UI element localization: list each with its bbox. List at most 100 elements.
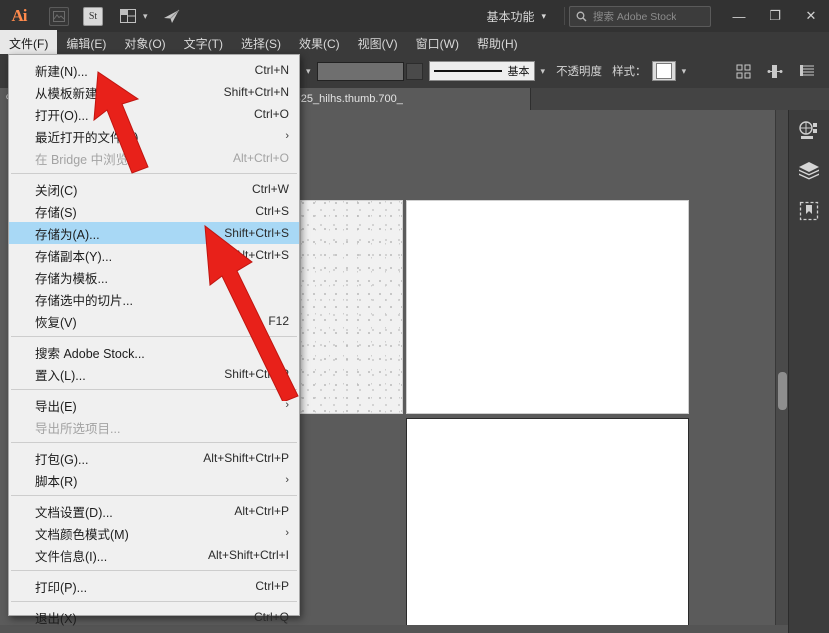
menu-separator bbox=[11, 173, 297, 174]
menu-item-shortcut: Ctrl+S bbox=[255, 204, 289, 218]
menu-item-label: 退出(X) bbox=[35, 611, 77, 626]
menu-item-5-1[interactable]: 文档颜色模式(M) › bbox=[9, 522, 299, 544]
stock-label: St bbox=[88, 10, 98, 22]
menu-item-label: 最近打开的文件(F) bbox=[35, 130, 139, 145]
menu-bar: 文件(F) 编辑(E) 对象(O) 文字(T) 选择(S) 效果(C) 视图(V) 窗口(W)… bbox=[0, 30, 829, 56]
menu-item-5-2[interactable]: 文件信息(I)... Alt+Shift+Ctrl+I bbox=[9, 544, 299, 566]
stroke-profile-label: 基本 bbox=[507, 66, 530, 78]
menu-item-shortcut: Ctrl+N bbox=[254, 63, 289, 77]
bridge-icon[interactable] bbox=[49, 6, 69, 26]
layers-icon[interactable] bbox=[796, 158, 822, 184]
vertical-scroll-thumb[interactable] bbox=[778, 372, 787, 410]
arrange-documents-icon[interactable] bbox=[117, 6, 139, 26]
menu-item-1-2[interactable]: 存储为(A)... Shift+Ctrl+S bbox=[9, 222, 299, 244]
libraries-icon[interactable] bbox=[796, 198, 822, 224]
menu-item-1-4[interactable]: 存储为模板... bbox=[9, 266, 299, 288]
menu-item-2-0[interactable]: 搜索 Adobe Stock... bbox=[9, 341, 299, 363]
menu-item-label: 文档设置(D)... bbox=[35, 505, 113, 520]
menubar-item-4[interactable]: 选择(S) bbox=[232, 30, 290, 56]
menu-item-1-1[interactable]: 存储(S) Ctrl+S bbox=[9, 200, 299, 222]
menu-item-label: 存储为(A)... bbox=[35, 227, 100, 242]
menu-item-label: 文档颜色模式(M) bbox=[35, 527, 129, 542]
menubar-item-5[interactable]: 效果(C) bbox=[290, 30, 349, 56]
maximize-button[interactable]: ❐ bbox=[757, 1, 793, 31]
menu-item-label: 导出所选项目... bbox=[35, 421, 121, 436]
document-setup-icon[interactable] bbox=[797, 61, 817, 81]
artboard-pattern[interactable] bbox=[300, 200, 403, 414]
style-chevron-down-icon[interactable]: ▾ bbox=[676, 66, 693, 77]
menubar-item-0[interactable]: 文件(F) bbox=[0, 30, 58, 56]
submenu-chevron-right-icon: › bbox=[285, 130, 289, 142]
menu-separator bbox=[11, 389, 297, 390]
menu-item-3-1: 导出所选项目... bbox=[9, 416, 299, 438]
menu-item-6-0[interactable]: 打印(P)... Ctrl+P bbox=[9, 575, 299, 597]
window-controls: — ❐ ✕ bbox=[721, 0, 829, 32]
menu-item-5-0[interactable]: 文档设置(D)... Alt+Ctrl+P bbox=[9, 500, 299, 522]
file-menu-dropdown[interactable]: 新建(N)... Ctrl+N 从模板新建(T)... Shift+Ctrl+N 打开(… bbox=[8, 54, 300, 626]
menubar-item-2[interactable]: 对象(O) bbox=[115, 30, 174, 56]
menubar-item-7[interactable]: 窗口(W) bbox=[407, 30, 468, 56]
menu-separator bbox=[11, 495, 297, 496]
properties-icon[interactable] bbox=[796, 118, 822, 144]
arrange-chevron-down-icon[interactable]: ▾ bbox=[143, 11, 148, 22]
menu-item-1-3[interactable]: 存储副本(Y)... Alt+Ctrl+S bbox=[9, 244, 299, 266]
menu-item-0-1[interactable]: 从模板新建(T)... Shift+Ctrl+N bbox=[9, 81, 299, 103]
menu-item-1-0[interactable]: 关闭(C) Ctrl+W bbox=[9, 178, 299, 200]
menu-item-label: 新建(N)... bbox=[35, 64, 88, 79]
menu-item-0-2[interactable]: 打开(O)... Ctrl+O bbox=[9, 103, 299, 125]
menubar-item-3[interactable]: 文字(T) bbox=[175, 30, 232, 56]
stock-icon[interactable]: St bbox=[83, 6, 103, 26]
menu-item-0-3[interactable]: 最近打开的文件(F) › bbox=[9, 125, 299, 147]
menu-item-1-6[interactable]: 恢复(V) F12 bbox=[9, 310, 299, 332]
menu-item-4-0[interactable]: 打包(G)... Alt+Shift+Ctrl+P bbox=[9, 447, 299, 469]
style-swatch bbox=[655, 63, 672, 79]
menu-item-0-0[interactable]: 新建(N)... Ctrl+N bbox=[9, 59, 299, 81]
illustrator-window: Ai St ▾ 基本功能 ▾ 搜索 Adobe Stock — ❐ ✕ 文件(F… bbox=[0, 0, 829, 633]
menu-separator bbox=[11, 442, 297, 443]
menubar-item-8[interactable]: 帮助(H) bbox=[468, 30, 527, 56]
menu-separator bbox=[11, 570, 297, 571]
transform-icon[interactable] bbox=[765, 61, 785, 81]
menu-item-shortcut: Alt+Shift+Ctrl+I bbox=[207, 548, 289, 562]
artboard-bottom-right[interactable] bbox=[406, 418, 689, 625]
menu-item-shortcut: Ctrl+P bbox=[255, 579, 289, 593]
minimize-button[interactable]: — bbox=[721, 1, 757, 31]
menu-separator bbox=[11, 336, 297, 337]
menu-item-4-1[interactable]: 脚本(R) › bbox=[9, 469, 299, 491]
workspace-chevron-down-icon: ▾ bbox=[541, 10, 546, 21]
stroke-weight-field[interactable] bbox=[405, 62, 423, 80]
search-icon bbox=[576, 11, 587, 21]
menubar-item-6[interactable]: 视图(V) bbox=[349, 30, 407, 56]
stroke-preview-line bbox=[433, 70, 502, 72]
canvas-vertical-scrollbar[interactable] bbox=[775, 110, 789, 625]
menubar-item-1[interactable]: 编辑(E) bbox=[57, 30, 115, 56]
menu-item-label: 打印(P)... bbox=[35, 580, 88, 595]
menu-item-0-4: 在 Bridge 中浏览... Alt+Ctrl+O bbox=[9, 147, 299, 169]
fill-field[interactable] bbox=[316, 61, 404, 81]
opacity-label: 不透明度 bbox=[556, 66, 603, 78]
menu-item-shortcut: F12 bbox=[268, 314, 289, 328]
stroke-chevron-down-icon[interactable]: ▾ bbox=[535, 66, 552, 77]
fill-chevron-down-icon[interactable]: ▾ bbox=[300, 66, 317, 77]
menu-item-shortcut: Alt+Ctrl+S bbox=[234, 248, 289, 262]
menu-item-1-5[interactable]: 存储选中的切片... bbox=[9, 288, 299, 310]
menu-item-shortcut: Ctrl+Q bbox=[253, 610, 289, 624]
menu-item-label: 存储(S) bbox=[35, 205, 77, 220]
graphic-style-select[interactable] bbox=[651, 61, 676, 81]
menu-item-2-1[interactable]: 置入(L)... Shift+Ctrl+P bbox=[9, 363, 299, 385]
stroke-profile-select[interactable]: 基本 bbox=[428, 61, 535, 81]
align-icon[interactable] bbox=[733, 61, 753, 81]
menu-item-shortcut: Alt+Shift+Ctrl+P bbox=[203, 451, 289, 465]
menu-item-3-0[interactable]: 导出(E) › bbox=[9, 394, 299, 416]
close-button[interactable]: ✕ bbox=[793, 1, 829, 31]
menu-item-label: 打包(G)... bbox=[35, 452, 89, 467]
paper-plane-icon[interactable] bbox=[161, 6, 183, 26]
menu-item-label: 存储为模板... bbox=[35, 271, 108, 286]
menu-item-label: 存储副本(Y)... bbox=[35, 249, 113, 264]
titlebar-divider bbox=[564, 7, 565, 25]
menu-item-shortcut: Alt+Ctrl+O bbox=[232, 151, 289, 165]
stock-search-input[interactable]: 搜索 Adobe Stock bbox=[569, 5, 711, 27]
workspace-switcher[interactable]: 基本功能 ▾ bbox=[478, 5, 554, 28]
artboard-top-right[interactable] bbox=[406, 200, 689, 414]
submenu-chevron-right-icon: › bbox=[285, 399, 289, 411]
